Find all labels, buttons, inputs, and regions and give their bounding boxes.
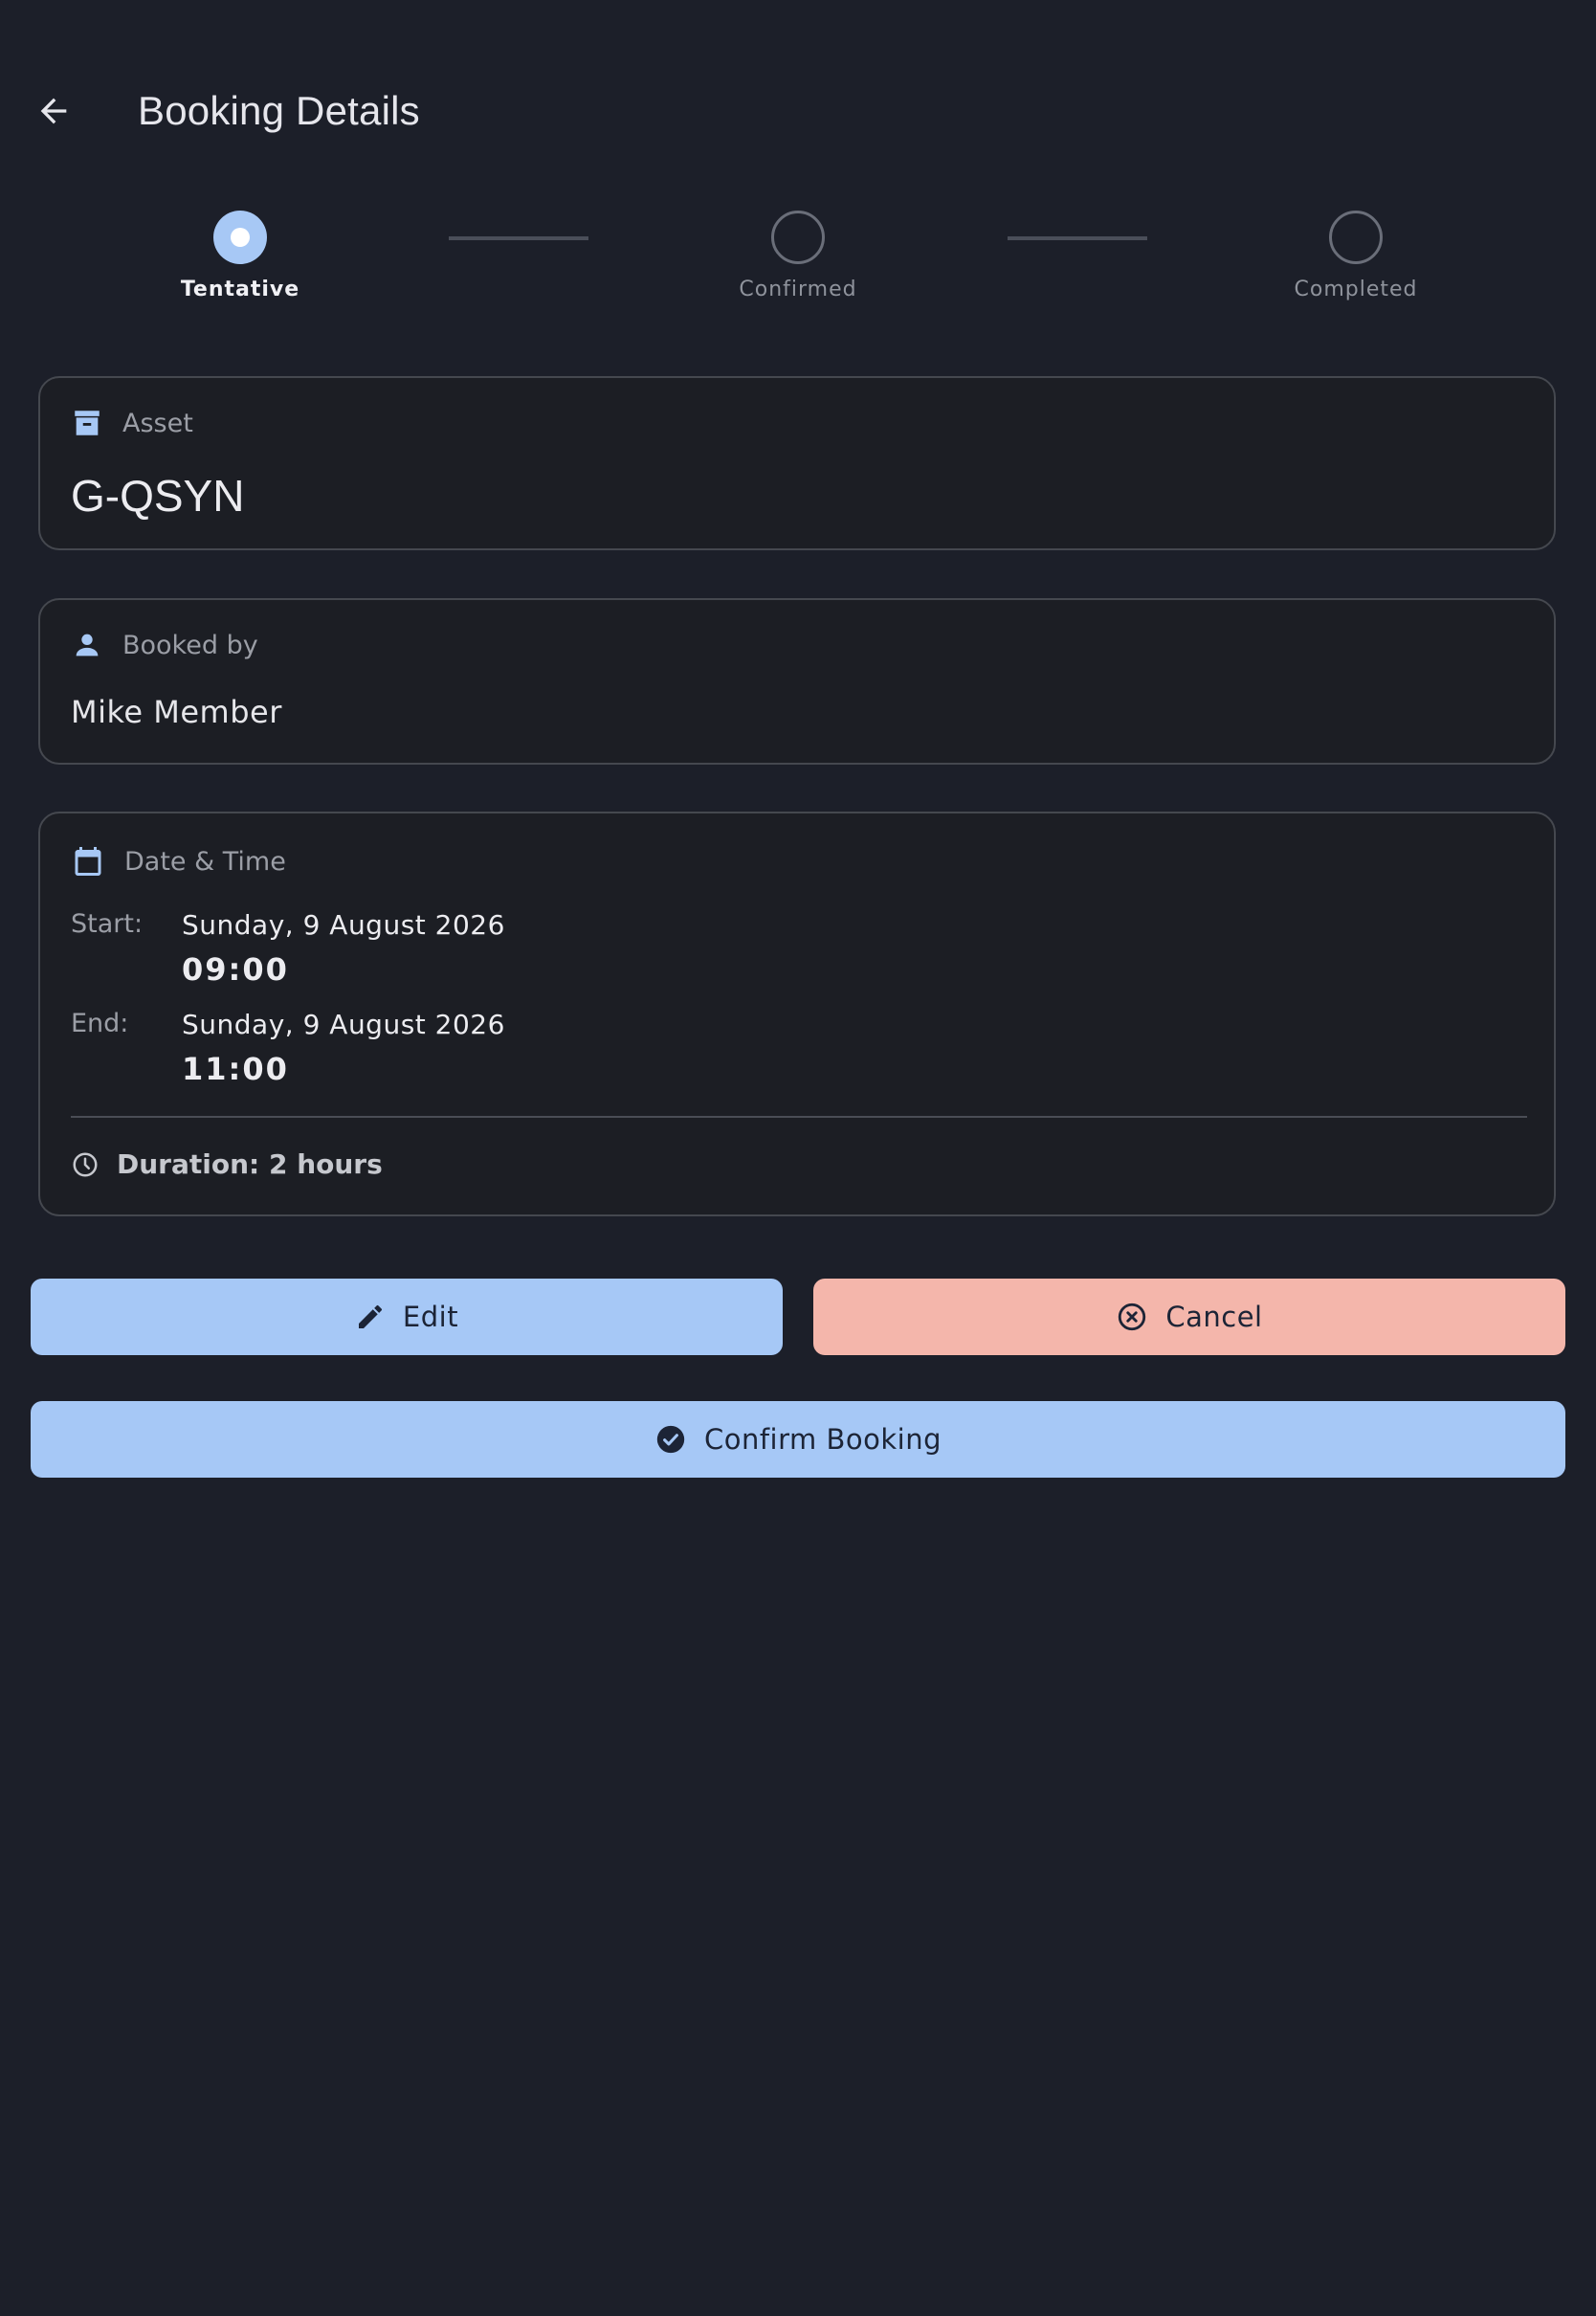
step-label: Tentative bbox=[180, 278, 300, 301]
step-label: Confirmed bbox=[739, 278, 857, 301]
step-indicator-inactive bbox=[1329, 211, 1383, 264]
end-key: End: bbox=[71, 1009, 129, 1038]
booked-by-card: Booked by Mike Member bbox=[38, 598, 1556, 765]
edit-button[interactable]: Edit bbox=[31, 1279, 783, 1355]
back-button[interactable] bbox=[27, 84, 80, 138]
person-icon bbox=[71, 629, 103, 661]
step-connector bbox=[449, 236, 588, 240]
booked-by-label: Booked by bbox=[122, 630, 258, 660]
cancel-button-label: Cancel bbox=[1165, 1301, 1263, 1333]
step-completed: Completed bbox=[1241, 211, 1471, 301]
duration-text: Duration: 2 hours bbox=[117, 1148, 383, 1180]
cancel-circle-icon bbox=[1116, 1301, 1148, 1333]
step-indicator-active bbox=[213, 211, 267, 264]
step-confirmed: Confirmed bbox=[683, 211, 913, 301]
asset-card: Asset G-QSYN bbox=[38, 376, 1556, 550]
asset-card-header: Asset bbox=[71, 407, 193, 439]
arrow-left-icon bbox=[34, 92, 73, 130]
step-label: Completed bbox=[1294, 278, 1418, 301]
confirm-booking-button[interactable]: Confirm Booking bbox=[31, 1401, 1565, 1478]
edit-button-label: Edit bbox=[402, 1301, 459, 1333]
step-indicator-inactive bbox=[771, 211, 825, 264]
confirm-booking-label: Confirm Booking bbox=[703, 1423, 942, 1456]
pencil-icon bbox=[355, 1302, 386, 1332]
step-connector bbox=[1008, 236, 1147, 240]
booked-by-value: Mike Member bbox=[71, 694, 282, 730]
check-circle-icon bbox=[654, 1423, 687, 1456]
end-time: 11:00 bbox=[182, 1051, 289, 1087]
datetime-card-header: Date & Time bbox=[71, 844, 286, 879]
duration-row: Duration: 2 hours bbox=[71, 1148, 383, 1180]
end-date: Sunday, 9 August 2026 bbox=[182, 1009, 505, 1040]
page-title: Booking Details bbox=[138, 88, 420, 133]
app-bar: Booking Details bbox=[0, 0, 1596, 230]
datetime-card: Date & Time Start: Sunday, 9 August 2026… bbox=[38, 812, 1556, 1216]
booking-status-stepper: Tentative Confirmed Completed bbox=[0, 211, 1596, 316]
datetime-label: Date & Time bbox=[124, 846, 286, 877]
start-key: Start: bbox=[71, 909, 144, 939]
archive-icon bbox=[71, 407, 103, 439]
start-time: 09:00 bbox=[182, 951, 289, 988]
step-tentative: Tentative bbox=[125, 211, 355, 301]
divider bbox=[71, 1116, 1527, 1118]
asset-label: Asset bbox=[122, 408, 193, 438]
asset-value: G-QSYN bbox=[71, 471, 245, 521]
booked-by-card-header: Booked by bbox=[71, 629, 258, 661]
cancel-button[interactable]: Cancel bbox=[813, 1279, 1565, 1355]
calendar-icon bbox=[71, 844, 105, 879]
clock-icon bbox=[71, 1150, 100, 1179]
start-date: Sunday, 9 August 2026 bbox=[182, 909, 505, 941]
